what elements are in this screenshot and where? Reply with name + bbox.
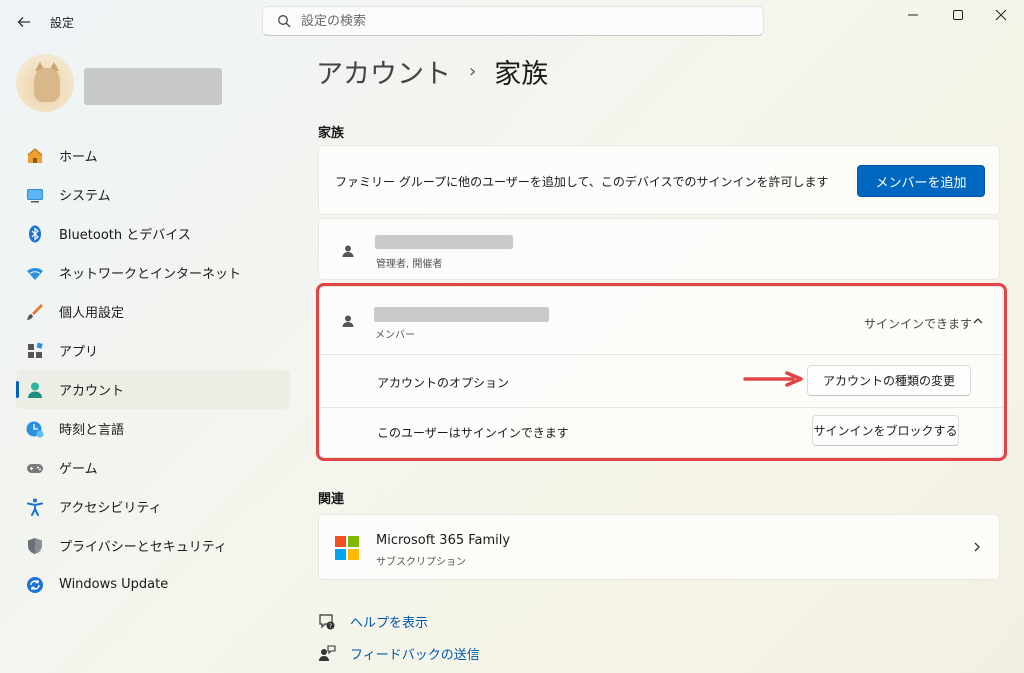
system-icon xyxy=(24,184,46,206)
apps-icon xyxy=(24,340,46,362)
sidebar-item-label: 時刻と言語 xyxy=(59,423,125,438)
red-highlight-box xyxy=(316,283,1007,461)
sidebar-item-label: Windows Update xyxy=(59,577,169,592)
gamepad-icon xyxy=(24,457,46,479)
m365-subtitle: サブスクリプション xyxy=(376,557,466,568)
family-section-title: 家族 xyxy=(318,126,345,141)
sidebar-item-time-language[interactable]: 時刻と言語 xyxy=(16,409,290,448)
search-input[interactable] xyxy=(301,13,741,29)
sidebar-item-network[interactable]: ネットワークとインターネット xyxy=(16,253,290,292)
wifi-icon xyxy=(24,262,46,284)
sidebar-nav: ホーム システム Bluetooth とデバイス ネットワークとインターネット … xyxy=(16,136,290,604)
sidebar-item-home[interactable]: ホーム xyxy=(16,136,290,175)
feedback-icon xyxy=(318,644,336,663)
sidebar-item-accounts[interactable]: アカウント xyxy=(16,370,290,409)
redacted-user-name xyxy=(84,68,222,105)
page-title: 家族 xyxy=(494,59,549,90)
brush-icon xyxy=(24,301,46,323)
sidebar-item-bluetooth[interactable]: Bluetooth とデバイス xyxy=(16,214,290,253)
title-bar: 設定 xyxy=(0,0,1024,44)
user-profile xyxy=(16,54,236,114)
family-member-row[interactable]: 管理者, 開催者 xyxy=(318,218,1000,280)
sidebar-item-label: Bluetooth とデバイス xyxy=(59,228,191,243)
sidebar-item-gaming[interactable]: ゲーム xyxy=(16,448,290,487)
sidebar-item-label: システム xyxy=(59,189,111,204)
sidebar-item-windows-update[interactable]: Windows Update xyxy=(16,565,290,604)
update-icon xyxy=(24,574,46,596)
m365-card[interactable]: Microsoft 365 Family サブスクリプション xyxy=(318,514,1000,580)
svg-text:?: ? xyxy=(329,623,332,630)
breadcrumb-parent[interactable]: アカウント xyxy=(316,52,451,91)
family-intro-card: ファミリー グループに他のユーザーを追加して、このデバイスでのサインインを許可し… xyxy=(318,145,1000,215)
microsoft-logo-icon xyxy=(335,536,359,560)
feedback-link[interactable]: フィードバックの送信 xyxy=(350,644,480,663)
sidebar-item-personalization[interactable]: 個人用設定 xyxy=(16,292,290,331)
redacted-member-name xyxy=(375,235,513,249)
bluetooth-icon xyxy=(24,223,46,245)
member-role: 管理者, 開催者 xyxy=(376,259,443,270)
add-member-button[interactable]: メンバーを追加 xyxy=(857,165,985,197)
minimize-button[interactable] xyxy=(890,0,936,30)
clock-globe-icon xyxy=(24,418,46,440)
app-title: 設定 xyxy=(50,16,75,30)
related-section-title: 関連 xyxy=(318,492,345,507)
shield-icon xyxy=(24,535,46,557)
sidebar-item-label: ホーム xyxy=(59,150,98,165)
person-icon xyxy=(342,245,354,257)
avatar[interactable] xyxy=(16,54,74,112)
sidebar-item-label: アプリ xyxy=(59,345,99,360)
account-icon xyxy=(24,379,46,401)
help-link-row[interactable]: ? ヘルプを表示 xyxy=(318,612,428,631)
maximize-button[interactable] xyxy=(935,0,981,30)
sidebar-item-label: アカウント xyxy=(59,384,125,399)
home-icon xyxy=(24,145,46,167)
sidebar-item-label: アクセシビリティ xyxy=(59,501,162,516)
breadcrumb-separator-icon: › xyxy=(469,61,477,82)
help-icon: ? xyxy=(318,613,336,631)
breadcrumb: アカウント › 家族 xyxy=(316,52,548,91)
sidebar-item-system[interactable]: システム xyxy=(16,175,290,214)
sidebar-item-label: ゲーム xyxy=(59,462,98,477)
help-link[interactable]: ヘルプを表示 xyxy=(350,612,428,631)
sidebar-item-privacy-security[interactable]: プライバシーとセキュリティ xyxy=(16,526,290,565)
search-icon xyxy=(273,10,295,32)
back-arrow-icon[interactable] xyxy=(12,10,36,34)
m365-title: Microsoft 365 Family xyxy=(376,533,511,548)
family-intro-text: ファミリー グループに他のユーザーを追加して、このデバイスでのサインインを許可し… xyxy=(335,175,829,189)
chevron-right-icon xyxy=(971,541,983,556)
feedback-link-row[interactable]: フィードバックの送信 xyxy=(318,644,480,663)
settings-search-box[interactable] xyxy=(262,6,764,36)
sidebar-item-label: ネットワークとインターネット xyxy=(59,267,242,282)
sidebar-item-apps[interactable]: アプリ xyxy=(16,331,290,370)
sidebar-item-accessibility[interactable]: アクセシビリティ xyxy=(16,487,290,526)
sidebar-item-label: 個人用設定 xyxy=(59,306,125,321)
sidebar-item-label: プライバシーとセキュリティ xyxy=(59,540,227,555)
accessibility-icon xyxy=(24,496,46,518)
close-button[interactable] xyxy=(978,0,1024,30)
